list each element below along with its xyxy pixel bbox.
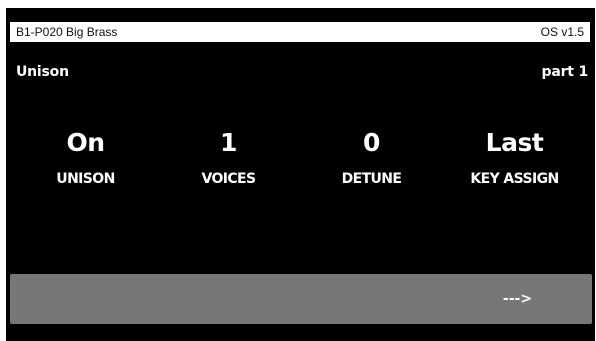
param-value: 0 xyxy=(363,128,380,157)
status-bar: B1-P020 Big Brass OS v1.5 xyxy=(10,22,590,42)
softkey-2[interactable] xyxy=(155,274,300,324)
patch-name: B1-P020 Big Brass xyxy=(16,25,118,39)
synth-display: B1-P020 Big Brass OS v1.5 Unison part 1 … xyxy=(6,8,595,341)
param-label: VOICES xyxy=(201,171,256,187)
softkey-bar: ---> xyxy=(10,274,592,324)
parameter-row: On UNISON 1 VOICES 0 DETUNE Last KEY ASS… xyxy=(14,128,586,208)
param-voices[interactable]: 1 VOICES xyxy=(157,128,300,208)
param-detune[interactable]: 0 DETUNE xyxy=(300,128,443,208)
param-label: KEY ASSIGN xyxy=(470,171,559,187)
param-unison[interactable]: On UNISON xyxy=(14,128,157,208)
next-page-softkey[interactable]: ---> xyxy=(445,274,590,324)
page-title: Unison xyxy=(16,64,69,80)
param-value: On xyxy=(66,128,105,157)
param-key-assign[interactable]: Last KEY ASSIGN xyxy=(443,128,586,208)
param-label: UNISON xyxy=(56,171,115,187)
param-value: 1 xyxy=(220,128,237,157)
param-value: Last xyxy=(485,128,544,157)
param-label: DETUNE xyxy=(341,171,402,187)
softkey-1[interactable] xyxy=(10,274,155,324)
os-version: OS v1.5 xyxy=(540,25,584,39)
softkey-3[interactable] xyxy=(300,274,445,324)
part-label: part 1 xyxy=(541,64,589,80)
